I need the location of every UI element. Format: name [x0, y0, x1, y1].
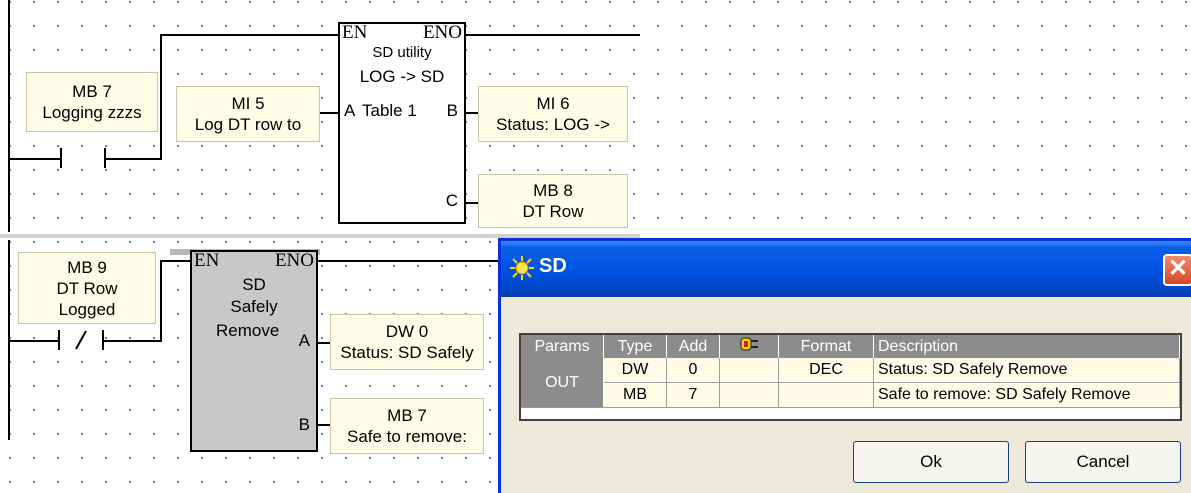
contact-operand-mb7[interactable]: MB 7 Logging zzzs: [26, 72, 158, 132]
wire: [10, 158, 60, 160]
pin-a-param: Table 1: [362, 101, 417, 120]
output-operand-mb8[interactable]: MB 8 DT Row: [478, 174, 628, 228]
pin-a-label: A: [344, 101, 356, 120]
plug-icon: [740, 337, 758, 351]
pin-a-label: A: [298, 331, 310, 350]
slash-icon: [75, 330, 87, 350]
sd-utility-function-block[interactable]: EN ENO SD utility LOG -> SD A Table 1 B …: [338, 22, 466, 224]
close-icon: ✕: [1167, 255, 1189, 282]
operand-address: MI 6: [536, 94, 570, 113]
left-power-rail: [8, 0, 10, 232]
ok-button[interactable]: Ok: [853, 441, 1009, 483]
params-grid: Params Type Add Format Description OUT D…: [519, 333, 1182, 421]
block-title: SD utility: [372, 44, 432, 61]
en-pin-label: EN: [342, 22, 368, 43]
operand-description: Logged: [58, 299, 116, 319]
operand-address: MI 5: [231, 94, 265, 113]
operand-address: MB 7: [72, 82, 112, 101]
description-cell[interactable]: Status: SD Safely Remove: [873, 358, 1180, 383]
sd-parameters-dialog: SD ✕ Params Type Add Format Description …: [498, 238, 1191, 493]
grid-header-row: Params Type Add Format Description: [521, 335, 1180, 358]
operand-description: DT Row: [56, 278, 118, 298]
format-cell[interactable]: [778, 382, 874, 408]
cancel-button[interactable]: Cancel: [1025, 441, 1181, 483]
dialog-titlebar[interactable]: SD ✕: [501, 241, 1191, 297]
table-row[interactable]: OUT DW 0 DEC Status: SD Safely Remove: [521, 358, 1180, 408]
input-operand-mi5[interactable]: MI 5 Log DT row to: [176, 86, 320, 142]
close-button[interactable]: ✕: [1163, 254, 1191, 286]
wire: [10, 340, 58, 342]
flag-cell[interactable]: [719, 382, 779, 408]
pin-c-label: C: [445, 191, 458, 210]
operand-description: Status: SD Safely: [340, 343, 474, 362]
column-header-type[interactable]: Type: [603, 335, 667, 358]
column-header-format[interactable]: Format: [778, 335, 874, 358]
column-header-add[interactable]: Add: [666, 335, 720, 358]
flag-cell[interactable]: [719, 358, 779, 383]
pin-b-label: B: [446, 101, 458, 120]
wire: [106, 158, 162, 160]
operand-description: Log DT row to: [194, 115, 302, 134]
operand-address: MB 8: [533, 181, 573, 200]
block-subtitle: Remove: [216, 321, 280, 340]
column-header-plug[interactable]: [719, 335, 779, 358]
format-cell[interactable]: DEC: [778, 358, 874, 383]
block-subtitle: LOG -> SD: [359, 67, 445, 86]
output-operand-mb7[interactable]: MB 7 Safe to remove:: [330, 398, 484, 454]
sun-icon: [510, 256, 534, 280]
operand-description: DT Row: [522, 202, 584, 221]
block-subtitle: Safely: [230, 297, 278, 316]
no-contact-symbol[interactable]: [60, 148, 106, 168]
operand-description: Safe to remove:: [346, 427, 467, 446]
eno-wire: [462, 34, 640, 36]
sd-safely-remove-function-block[interactable]: EN ENO SD Safely Remove A B: [190, 250, 318, 452]
add-cell[interactable]: 7: [666, 382, 720, 408]
output-operand-dw0[interactable]: DW 0 Status: SD Safely: [330, 314, 484, 370]
wire: [160, 260, 190, 262]
operand-address: MB 7: [387, 406, 427, 425]
wire: [318, 112, 338, 114]
pin-b-label: B: [298, 415, 310, 434]
description-cell[interactable]: Safe to remove: SD Safely Remove: [873, 382, 1180, 408]
wire: [160, 260, 162, 342]
operand-address: DW 0: [385, 322, 429, 341]
nc-contact-symbol[interactable]: [58, 330, 104, 350]
contact-operand-mb9[interactable]: MB 9 DT Row Logged: [18, 252, 156, 324]
output-operand-mi6[interactable]: MI 6 Status: LOG ->: [478, 86, 628, 142]
type-cell[interactable]: MB: [603, 382, 667, 408]
block-title: SD: [242, 275, 266, 294]
add-cell[interactable]: 0: [666, 358, 720, 383]
operand-description: Logging zzzs: [42, 103, 142, 122]
eno-pin-label: ENO: [274, 250, 314, 271]
table-row[interactable]: MB 7 Safe to remove: SD Safely Remove: [521, 382, 1180, 408]
wire: [160, 34, 162, 160]
operand-address: MB 9: [67, 257, 107, 277]
en-pin-label: EN: [194, 250, 220, 271]
column-header-params[interactable]: Params: [521, 335, 604, 358]
column-header-description[interactable]: Description: [873, 335, 1180, 358]
type-cell[interactable]: DW: [603, 358, 667, 383]
eno-pin-label: ENO: [422, 22, 462, 43]
direction-cell: OUT: [521, 358, 604, 408]
eno-wire: [314, 260, 500, 262]
wire: [104, 340, 162, 342]
wire: [160, 34, 338, 36]
dialog-title: SD: [539, 255, 567, 277]
operand-description: Status: LOG ->: [496, 115, 610, 134]
